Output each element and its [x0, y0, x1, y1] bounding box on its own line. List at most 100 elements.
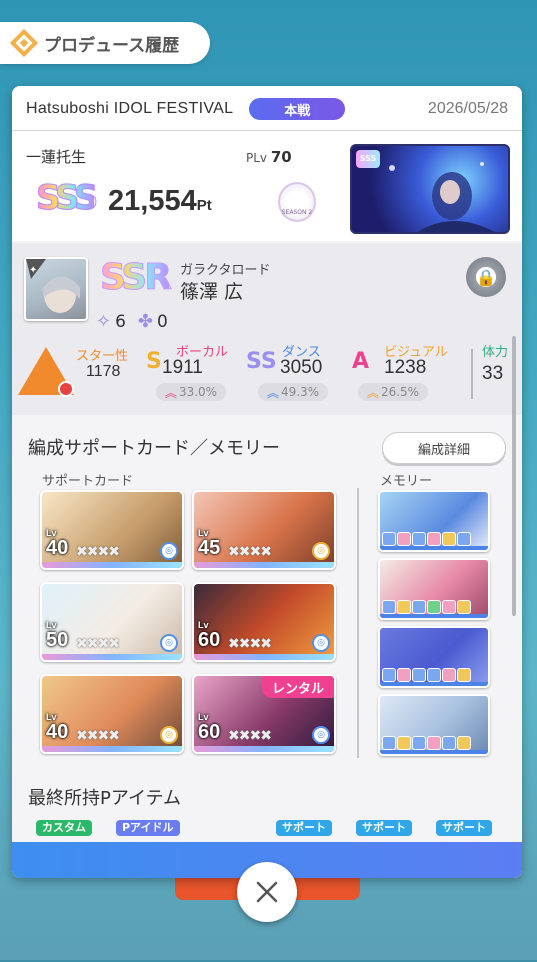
memory-card[interactable]	[378, 490, 490, 552]
plan-name: 一蓮托生	[26, 148, 87, 166]
star-count: 6	[115, 311, 126, 332]
card-level-value: 60	[198, 629, 221, 651]
star-value: 1178	[86, 363, 121, 380]
dance-icon: SS	[246, 349, 277, 374]
vocal-percent: ︽ 33.0%	[156, 383, 226, 401]
vocal-value: 1911	[162, 357, 203, 378]
season-badge: SEASON 2	[278, 182, 316, 222]
card-type-icon: ◎	[160, 634, 178, 652]
idol-illustration	[389, 162, 495, 232]
card-level-value: 40	[46, 537, 69, 559]
memory-bar	[380, 682, 488, 686]
score-value: 21,554	[108, 185, 197, 217]
card-type-icon: ◎	[312, 634, 330, 652]
stats-row: スター性 1178 S ボーカル 1911 ︽ 33.0% SS ダンス 3050…	[12, 343, 522, 405]
visual-percent-value: 26.5%	[380, 385, 420, 399]
plv-value: 70	[270, 148, 292, 166]
memory-card[interactable]	[378, 626, 490, 688]
idol-name: 篠澤 広	[180, 281, 244, 303]
card-type-icon: ◎	[312, 542, 330, 560]
item-tag-support: サポート	[356, 820, 412, 836]
card-rarity-bar	[42, 562, 182, 568]
dance-percent: ︽ 49.3%	[258, 383, 328, 401]
stamina-value: 33	[482, 363, 504, 384]
lock-icon[interactable]: 🔒	[466, 257, 506, 297]
plv-display: PLv 70	[246, 148, 292, 166]
idol-card-thumbnail[interactable]: ✦	[24, 257, 88, 321]
memory-skill-chips	[382, 600, 471, 614]
support-card[interactable]: Lv 40 ✖✖✖✖ ◎	[40, 674, 184, 754]
card-level: Lv 60	[198, 712, 221, 744]
card-stars: ✖✖✖✖	[76, 728, 120, 744]
dance-percent-value: 49.3%	[280, 385, 320, 399]
plv-label: PLv	[246, 151, 268, 165]
card-stars: ✖✖✖✖	[228, 636, 272, 652]
card-level: Lv 50	[46, 620, 69, 652]
item-tag-p-idol: Pアイドル	[116, 820, 180, 836]
header-tab: プロデュース履歴	[0, 22, 210, 64]
close-button[interactable]	[237, 862, 297, 922]
dance-value: 3050	[280, 357, 323, 378]
card-rarity-bar	[42, 654, 182, 660]
support-card[interactable]: Lv 60 ✖✖✖✖ ◎	[192, 582, 336, 662]
support-card[interactable]: Lv 50 ✖✖✖✖ ◎	[40, 582, 184, 662]
event-name: Hatsuboshi IDOL FESTIVAL	[26, 100, 234, 117]
rarity-badge: SSR	[100, 257, 173, 299]
memory-label: メモリー	[380, 474, 433, 489]
star-label: スター性	[76, 349, 129, 364]
support-card[interactable]: Lv 40 ✖✖✖✖ ◎	[40, 490, 184, 570]
card-level-value: 60	[198, 721, 221, 743]
star-dot-icon	[58, 381, 74, 397]
result-summary: Hatsuboshi IDOL FESTIVAL 本戦 2026/05/28 一…	[12, 86, 522, 241]
svg-text:✦: ✦	[29, 265, 37, 276]
score-unit: Pt	[196, 197, 212, 214]
visual-percent: ︽ 26.5%	[358, 383, 428, 401]
idol-card-title: ガラクタロード	[180, 263, 271, 278]
event-row: Hatsuboshi IDOL FESTIVAL 本戦 2026/05/28	[12, 94, 522, 124]
produce-result-panel: Hatsuboshi IDOL FESTIVAL 本戦 2026/05/28 一…	[12, 86, 522, 878]
idol-section: ✦ SSR ガラクタロード 篠澤 広 🔒 ✧ 6 ✤ 0 スター性 1178 S…	[12, 243, 522, 415]
memory-skill-chips	[382, 532, 471, 546]
memory-card[interactable]	[378, 558, 490, 620]
memory-card[interactable]	[378, 694, 490, 756]
idol-growth: ✧ 6 ✤ 0	[96, 311, 168, 332]
event-date: 2026/05/28	[427, 100, 508, 117]
card-rarity-bar	[194, 562, 334, 568]
column-divider	[357, 488, 359, 758]
support-card[interactable]: レンタル Lv 60 ✖✖✖✖ ◎	[192, 674, 336, 754]
produce-history-icon	[9, 28, 39, 58]
card-rarity-bar	[42, 746, 182, 752]
card-level: Lv 40	[46, 712, 69, 744]
support-card[interactable]: Lv 45 ✖✖✖✖ ◎	[192, 490, 336, 570]
card-stars: ✖✖✖✖	[76, 544, 120, 560]
item-tag-support: サポート	[436, 820, 492, 836]
card-type-icon: ◎	[160, 542, 178, 560]
idol-card-art: ✦	[26, 259, 80, 313]
rank-badge: SSS	[35, 178, 98, 219]
clover-icon: ✤	[137, 311, 154, 332]
vocal-icon: S	[146, 349, 162, 374]
card-level: Lv 60	[198, 620, 221, 652]
clover-count: 0	[157, 311, 168, 332]
stamina-label: 体力	[482, 345, 509, 360]
formation-detail-button[interactable]: 編成詳細	[382, 432, 506, 464]
card-level: Lv 40	[46, 528, 69, 560]
close-icon	[256, 881, 278, 903]
card-stars: ✖✖✖✖	[228, 544, 272, 560]
memory-bar	[380, 750, 488, 754]
support-section: 編成サポートカード／メモリー 編成詳細 サポートカード メモリー Lv 40 ✖✖…	[12, 418, 522, 878]
dance-arrow-icon: ︽	[266, 385, 279, 400]
memory-bar	[380, 614, 488, 618]
result-thumbnail[interactable]: SSS	[350, 144, 510, 234]
card-level-value: 50	[46, 629, 69, 651]
card-stars: ✖✖✖✖	[76, 636, 120, 652]
card-rarity-bar	[194, 654, 334, 660]
visual-icon: A	[352, 349, 370, 374]
card-level: Lv 45	[198, 528, 221, 560]
scrollbar[interactable]	[512, 336, 516, 616]
item-tag-support: サポート	[276, 820, 332, 836]
card-stars: ✖✖✖✖	[228, 728, 272, 744]
memory-skill-chips	[382, 736, 471, 750]
card-level-value: 40	[46, 721, 69, 743]
vocal-arrow-icon: ︽	[164, 385, 177, 400]
